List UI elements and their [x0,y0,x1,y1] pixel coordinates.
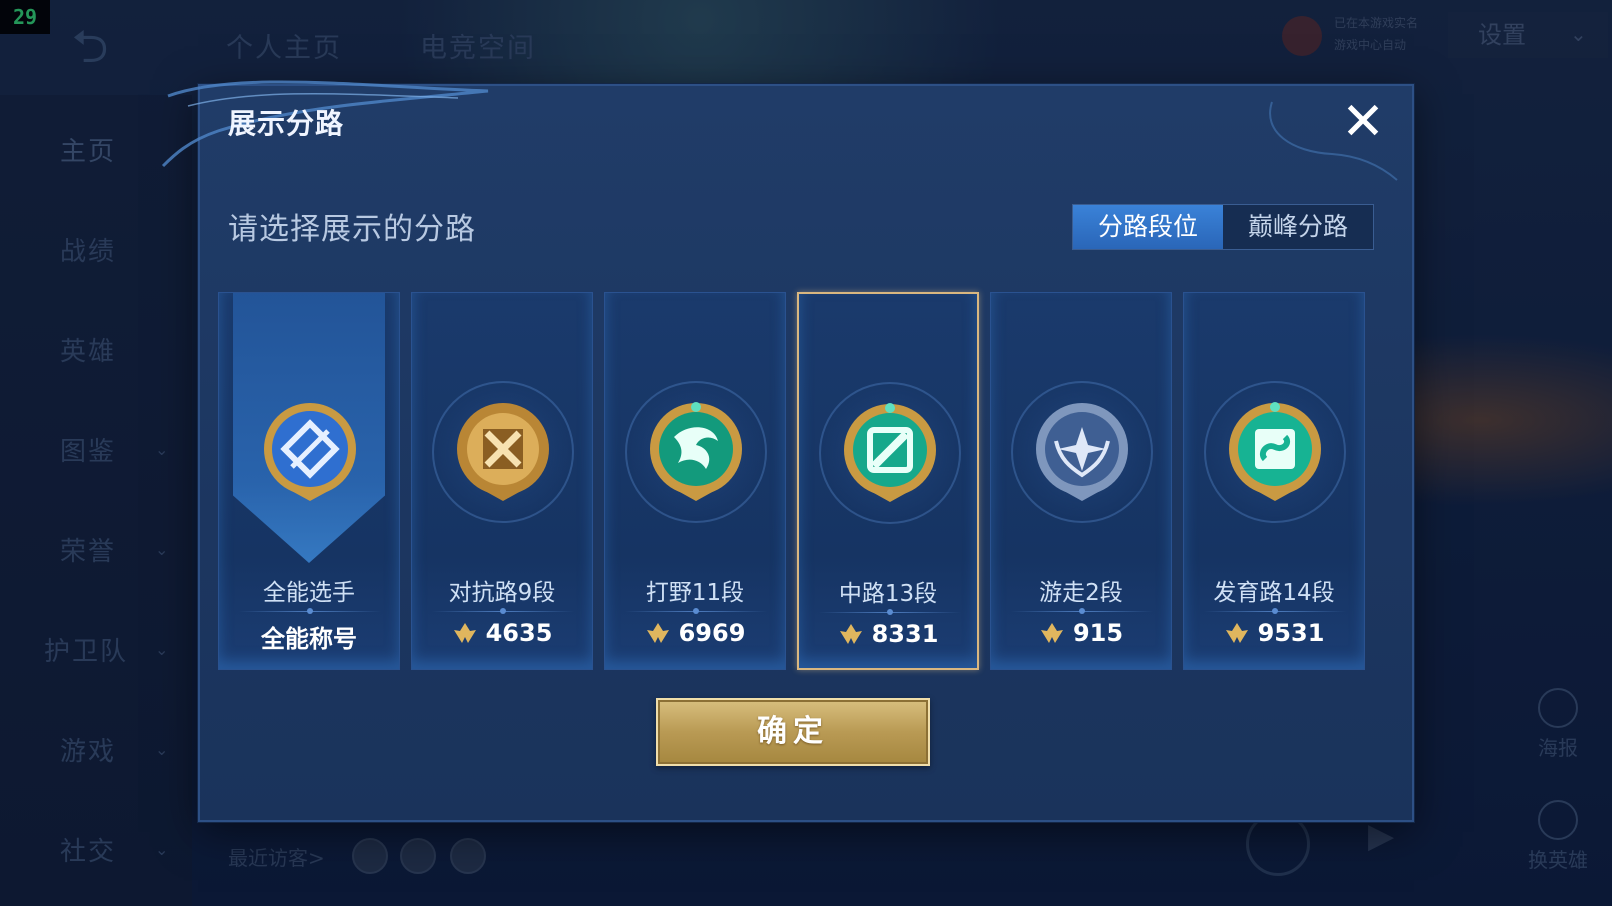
jungle-emblem-icon [650,402,742,501]
title-swirl-decoration [161,80,489,168]
lane-display-dialog: 展示分路 ✕ 请选择展示的分路 分路段位 巅峰分路 全能选手 全能称号 对抗路9… [161,80,1414,822]
points-icon [1225,623,1248,643]
lane-type-tabs: 分路段位 巅峰分路 [1072,204,1374,250]
lane-card-farm[interactable]: 发育路14段 9531 [1183,292,1365,670]
lane-card-allround[interactable]: 全能选手 全能称号 [218,292,400,670]
tab-peak-lane[interactable]: 巅峰分路 [1223,205,1373,249]
points-icon [839,624,862,644]
lane-card-name: 发育路14段 [1213,580,1335,606]
lane-card-score: 6969 [605,619,785,647]
lane-card-name: 打野11段 [645,580,745,606]
lane-card-list: 全能选手 全能称号 对抗路9段 4635 打野11段 6969 中路13段 83… [218,292,1398,672]
lane-card-name: 全能选手 [263,580,355,606]
lane-card-score-text: 6969 [678,619,746,647]
points-icon [646,623,669,643]
card-divider [239,608,381,614]
lane-card-name: 对抗路9段 [448,580,556,606]
card-divider [625,608,767,614]
confirm-button[interactable]: 确定 [656,698,930,766]
dialog-subtitle: 请选择展示的分路 [228,212,476,247]
allround-emblem-icon [264,403,356,501]
card-divider [432,608,574,614]
dialog-title: 展示分路 [228,107,345,140]
lane-card-score-text: 8331 [871,620,939,648]
lane-card-score: 9531 [1184,619,1364,647]
roam-emblem-icon [1036,403,1128,501]
close-icon[interactable]: ✕ [1338,96,1388,148]
mid-lane-emblem-icon [844,403,936,502]
lane-card-score: 4635 [412,619,592,647]
lane-card-score: 全能称号 [219,619,399,654]
lane-card-score-text: 全能称号 [261,625,357,653]
lane-card-clash[interactable]: 对抗路9段 4635 [411,292,593,670]
card-divider [819,609,961,615]
lane-card-score-text: 4635 [485,619,553,647]
lane-card-jungle[interactable]: 打野11段 6969 [604,292,786,670]
lane-card-score-text: 915 [1072,619,1124,647]
card-divider [1011,608,1153,614]
points-icon [453,623,476,643]
tab-lane-rank[interactable]: 分路段位 [1073,205,1223,249]
lane-card-name: 中路13段 [838,581,938,607]
points-icon [1040,623,1063,643]
lane-card-score: 8331 [799,620,977,648]
lane-card-score-text: 9531 [1257,619,1325,647]
lane-card-mid[interactable]: 中路13段 8331 [797,292,979,670]
lane-card-name: 游走2段 [1039,580,1123,606]
clash-lane-emblem-icon [457,403,549,501]
lane-card-score: 915 [991,619,1171,647]
farm-lane-emblem-icon [1229,402,1321,501]
card-divider [1204,608,1346,614]
lane-card-roam[interactable]: 游走2段 915 [990,292,1172,670]
